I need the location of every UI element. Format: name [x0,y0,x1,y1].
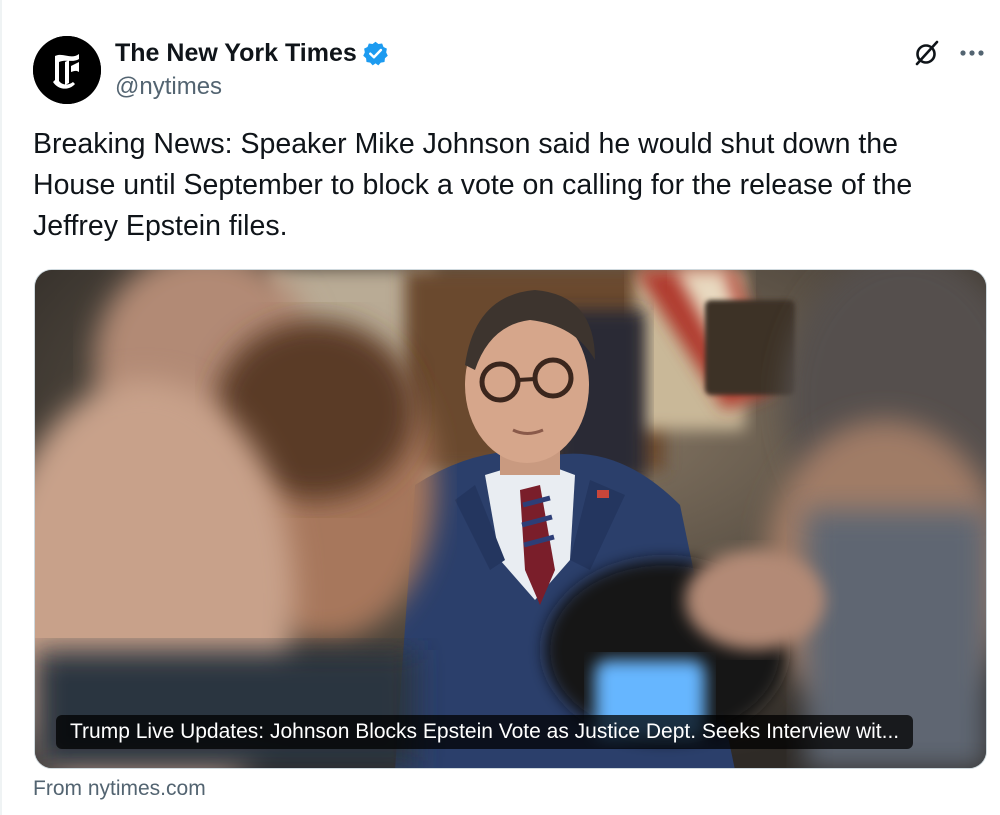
card-source-link[interactable]: From nytimes.com [33,777,206,801]
tweet-container: The New York Times @nytimes Breaking New… [0,0,1000,815]
tweet-text: Breaking News: Speaker Mike Johnson said… [33,128,913,242]
link-card[interactable]: Trump Live Updates: Johnson Blocks Epste… [34,269,987,769]
verified-badge-icon [362,40,389,67]
author-name-row: The New York Times [115,37,389,69]
more-options-button[interactable] [954,36,990,70]
grok-button[interactable] [910,36,944,70]
nyt-logo-icon [33,36,101,104]
more-horizontal-icon [960,50,984,56]
card-headline: Trump Live Updates: Johnson Blocks Epste… [56,715,914,749]
article-photo [35,270,986,768]
grok-icon [915,40,939,66]
avatar[interactable] [33,36,101,104]
author-handle[interactable]: @nytimes [115,73,222,101]
display-name[interactable]: The New York Times [115,39,357,68]
